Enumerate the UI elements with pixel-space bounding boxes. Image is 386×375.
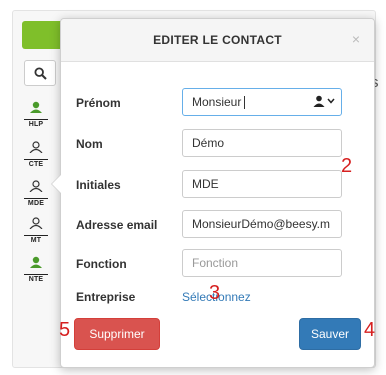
annotation-2: 2 [341, 155, 353, 177]
person-icon [30, 101, 42, 113]
initiales-input[interactable]: MDE [182, 170, 342, 198]
level-label: CTE [24, 159, 48, 168]
chevron-down-icon [327, 98, 335, 104]
fonction-label: Fonction [76, 257, 127, 271]
prenom-input[interactable]: Monsieur [182, 88, 342, 116]
edit-contact-dialog: EDITER LE CONTACT × Prénom Monsieur Nom … [51, 18, 375, 368]
level-label: MT [24, 235, 48, 244]
close-icon[interactable]: × [352, 31, 360, 47]
level-label: HLP [24, 119, 48, 128]
annotation-3: 3 [209, 282, 221, 304]
level-nte[interactable]: NTE [24, 255, 48, 283]
level-mt[interactable]: MT [24, 216, 48, 244]
delete-button[interactable]: Supprimer [74, 318, 160, 350]
search-icon [33, 66, 47, 80]
prenom-value: Monsieur [192, 95, 242, 109]
popover-arrow [51, 174, 61, 194]
save-button[interactable]: Sauver [299, 318, 361, 350]
initiales-label: Initiales [76, 178, 121, 192]
civility-dropdown[interactable] [313, 95, 335, 107]
dialog-header: EDITER LE CONTACT × [61, 19, 374, 62]
email-input[interactable]: MonsieurDémo@beesy.m [182, 210, 342, 238]
email-label: Adresse email [76, 218, 158, 232]
level-mde[interactable]: MDE [24, 179, 48, 207]
nom-label: Nom [76, 137, 103, 151]
prenom-label: Prénom [76, 96, 121, 110]
user-icon [313, 95, 325, 107]
nom-input[interactable]: Démo [182, 129, 342, 157]
person-outline-icon [29, 141, 43, 154]
annotation-5: 5 [59, 319, 71, 341]
level-label: MDE [24, 198, 48, 207]
entreprise-label: Entreprise [76, 290, 136, 304]
dialog-title: EDITER LE CONTACT [153, 33, 282, 47]
person-icon [30, 256, 42, 268]
person-outline-icon [29, 217, 43, 230]
level-cte[interactable]: CTE [24, 140, 48, 168]
fonction-input[interactable]: Fonction [182, 249, 342, 277]
search-button[interactable] [24, 60, 56, 86]
person-outline-icon [29, 180, 43, 193]
annotation-4: 4 [364, 319, 376, 341]
text-cursor [244, 96, 246, 110]
level-label: NTE [24, 274, 48, 283]
level-hlp[interactable]: HLP [24, 100, 48, 128]
